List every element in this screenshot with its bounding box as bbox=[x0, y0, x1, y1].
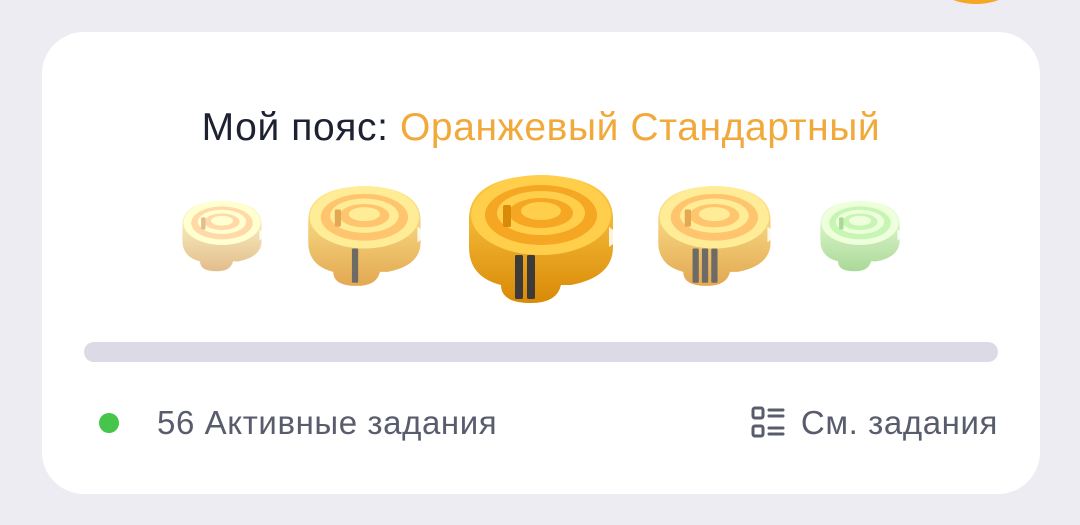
belt-level-name: Оранжевый Стандартный bbox=[400, 106, 881, 149]
green-dot-icon bbox=[99, 413, 119, 433]
belt-stripe bbox=[710, 247, 718, 283]
belt-stripe bbox=[692, 247, 699, 283]
belt-title: Мой пояс: Оранжевый Стандартный bbox=[42, 106, 1040, 150]
belt-card: Мой пояс: Оранжевый Стандартный 56 Актив… bbox=[42, 32, 1040, 494]
corner-badge-ring bbox=[932, 0, 1020, 4]
status-row: 56 Активные задания См. задания bbox=[42, 398, 1040, 448]
view-tasks-button[interactable]: См. задания bbox=[749, 398, 998, 448]
belt-stripe bbox=[527, 255, 535, 299]
belt-stripe bbox=[515, 255, 523, 299]
belt-level-3-icon bbox=[469, 175, 623, 303]
active-tasks: 56 Активные задания bbox=[99, 398, 497, 448]
list-icon bbox=[749, 404, 787, 442]
belt-stripe bbox=[701, 247, 708, 283]
belt-stripe bbox=[351, 247, 358, 283]
belt-title-prefix: Мой пояс: bbox=[201, 106, 389, 149]
belt-level-5-icon bbox=[820, 200, 906, 272]
view-tasks-label: См. задания bbox=[800, 404, 998, 441]
active-tasks-label: 56 Активные задания bbox=[157, 404, 498, 441]
belt-level-4-icon bbox=[657, 185, 778, 286]
belt-level-1-icon bbox=[182, 200, 268, 272]
belt-progress-bar bbox=[84, 342, 998, 362]
belt-level-2-icon bbox=[307, 185, 428, 286]
belt-levels-row bbox=[42, 150, 1040, 330]
